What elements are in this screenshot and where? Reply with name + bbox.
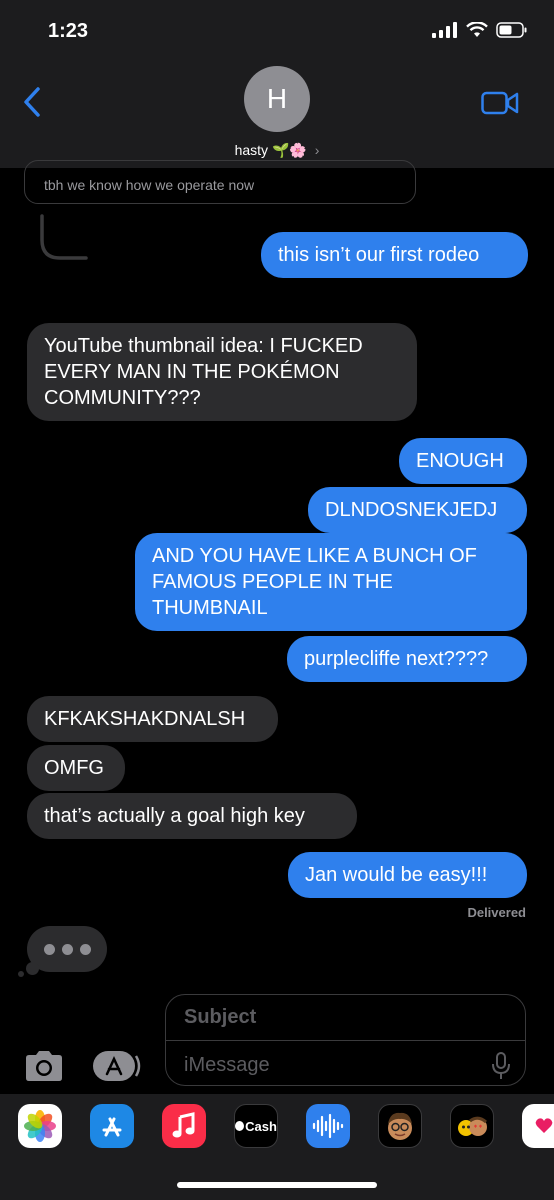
- message-bubble-sent[interactable]: AND YOU HAVE LIKE A BUNCH OF FAMOUS PEOP…: [135, 533, 527, 631]
- soundwave-icon: [312, 1113, 344, 1139]
- message-bubble-sent[interactable]: purplecliffe next????: [287, 636, 527, 682]
- apple-cash-app-icon[interactable]: Cash: [234, 1104, 278, 1148]
- contact-name: hasty: [234, 142, 269, 158]
- cash-label: Cash: [245, 1118, 277, 1134]
- subject-field[interactable]: Subject: [184, 1006, 256, 1029]
- message-bubble-sent[interactable]: DLNDOSNEKJEDJ: [308, 487, 527, 533]
- more-app-icon[interactable]: [522, 1104, 554, 1148]
- message-bubble-received[interactable]: that’s actually a goal high key: [27, 793, 357, 839]
- message-bubble-sent[interactable]: ENOUGH: [399, 438, 527, 484]
- photos-app-icon[interactable]: [18, 1104, 62, 1148]
- status-icons: [432, 22, 528, 38]
- typing-dot: [61, 943, 73, 955]
- memoji-app-icon[interactable]: [378, 1104, 422, 1148]
- message-bubble-sent[interactable]: this isn’t our first rodeo: [261, 232, 528, 278]
- message-bubble-received[interactable]: YouTube thumbnail idea: I FUCKED EVERY M…: [27, 323, 417, 421]
- contact-name-row[interactable]: hasty 🌱🌸 ›: [0, 142, 554, 159]
- typing-dot: [43, 943, 55, 955]
- back-chevron-icon[interactable]: [22, 86, 42, 118]
- message-input[interactable]: iMessage: [184, 1054, 270, 1077]
- contact-emoji: 🌱🌸: [271, 142, 307, 158]
- app-store-a-icon: [102, 1117, 122, 1137]
- facetime-video-icon[interactable]: [481, 91, 519, 115]
- contact-avatar[interactable]: H: [244, 66, 310, 132]
- composer-divider: [166, 1040, 525, 1041]
- typing-tail-large: [26, 962, 39, 975]
- apple-logo-icon: [235, 1121, 245, 1131]
- music-note-icon: [172, 1112, 195, 1138]
- heart-icon: [535, 1118, 553, 1133]
- memoji-stickers-app-icon[interactable]: [450, 1104, 494, 1148]
- status-time: 1:23: [48, 20, 89, 42]
- reply-thread-line: [40, 214, 88, 260]
- message-bubble-received[interactable]: KFKAKSHAKDNALSH: [27, 696, 278, 742]
- delivery-status: Delivered: [467, 905, 526, 920]
- audio-message-app-icon[interactable]: [306, 1104, 350, 1148]
- wifi-icon: [466, 22, 488, 37]
- contact-chevron-icon: ›: [314, 142, 320, 158]
- battery-icon: [496, 22, 527, 38]
- avatar-initial: H: [266, 83, 288, 114]
- camera-icon[interactable]: [24, 1050, 64, 1082]
- reply-quote-text: tbh we know how we operate now: [44, 177, 255, 193]
- message-bubble-sent[interactable]: Jan would be easy!!!: [288, 852, 527, 898]
- message-bubble-received[interactable]: OMFG: [27, 745, 125, 791]
- memoji-face-icon: [388, 1112, 412, 1140]
- typing-indicator: [27, 926, 107, 972]
- microphone-icon[interactable]: [492, 1052, 510, 1080]
- photos-flower-icon: [24, 1110, 56, 1142]
- memoji-stickers-icon: [458, 1116, 487, 1136]
- app-store-button-icon[interactable]: [92, 1050, 144, 1082]
- typing-dot: [79, 943, 91, 955]
- music-app-icon[interactable]: [162, 1104, 206, 1148]
- signal-icon: [432, 22, 457, 38]
- home-indicator[interactable]: [177, 1182, 377, 1188]
- typing-tail-small: [18, 971, 24, 977]
- app-store-app-icon[interactable]: [90, 1104, 134, 1148]
